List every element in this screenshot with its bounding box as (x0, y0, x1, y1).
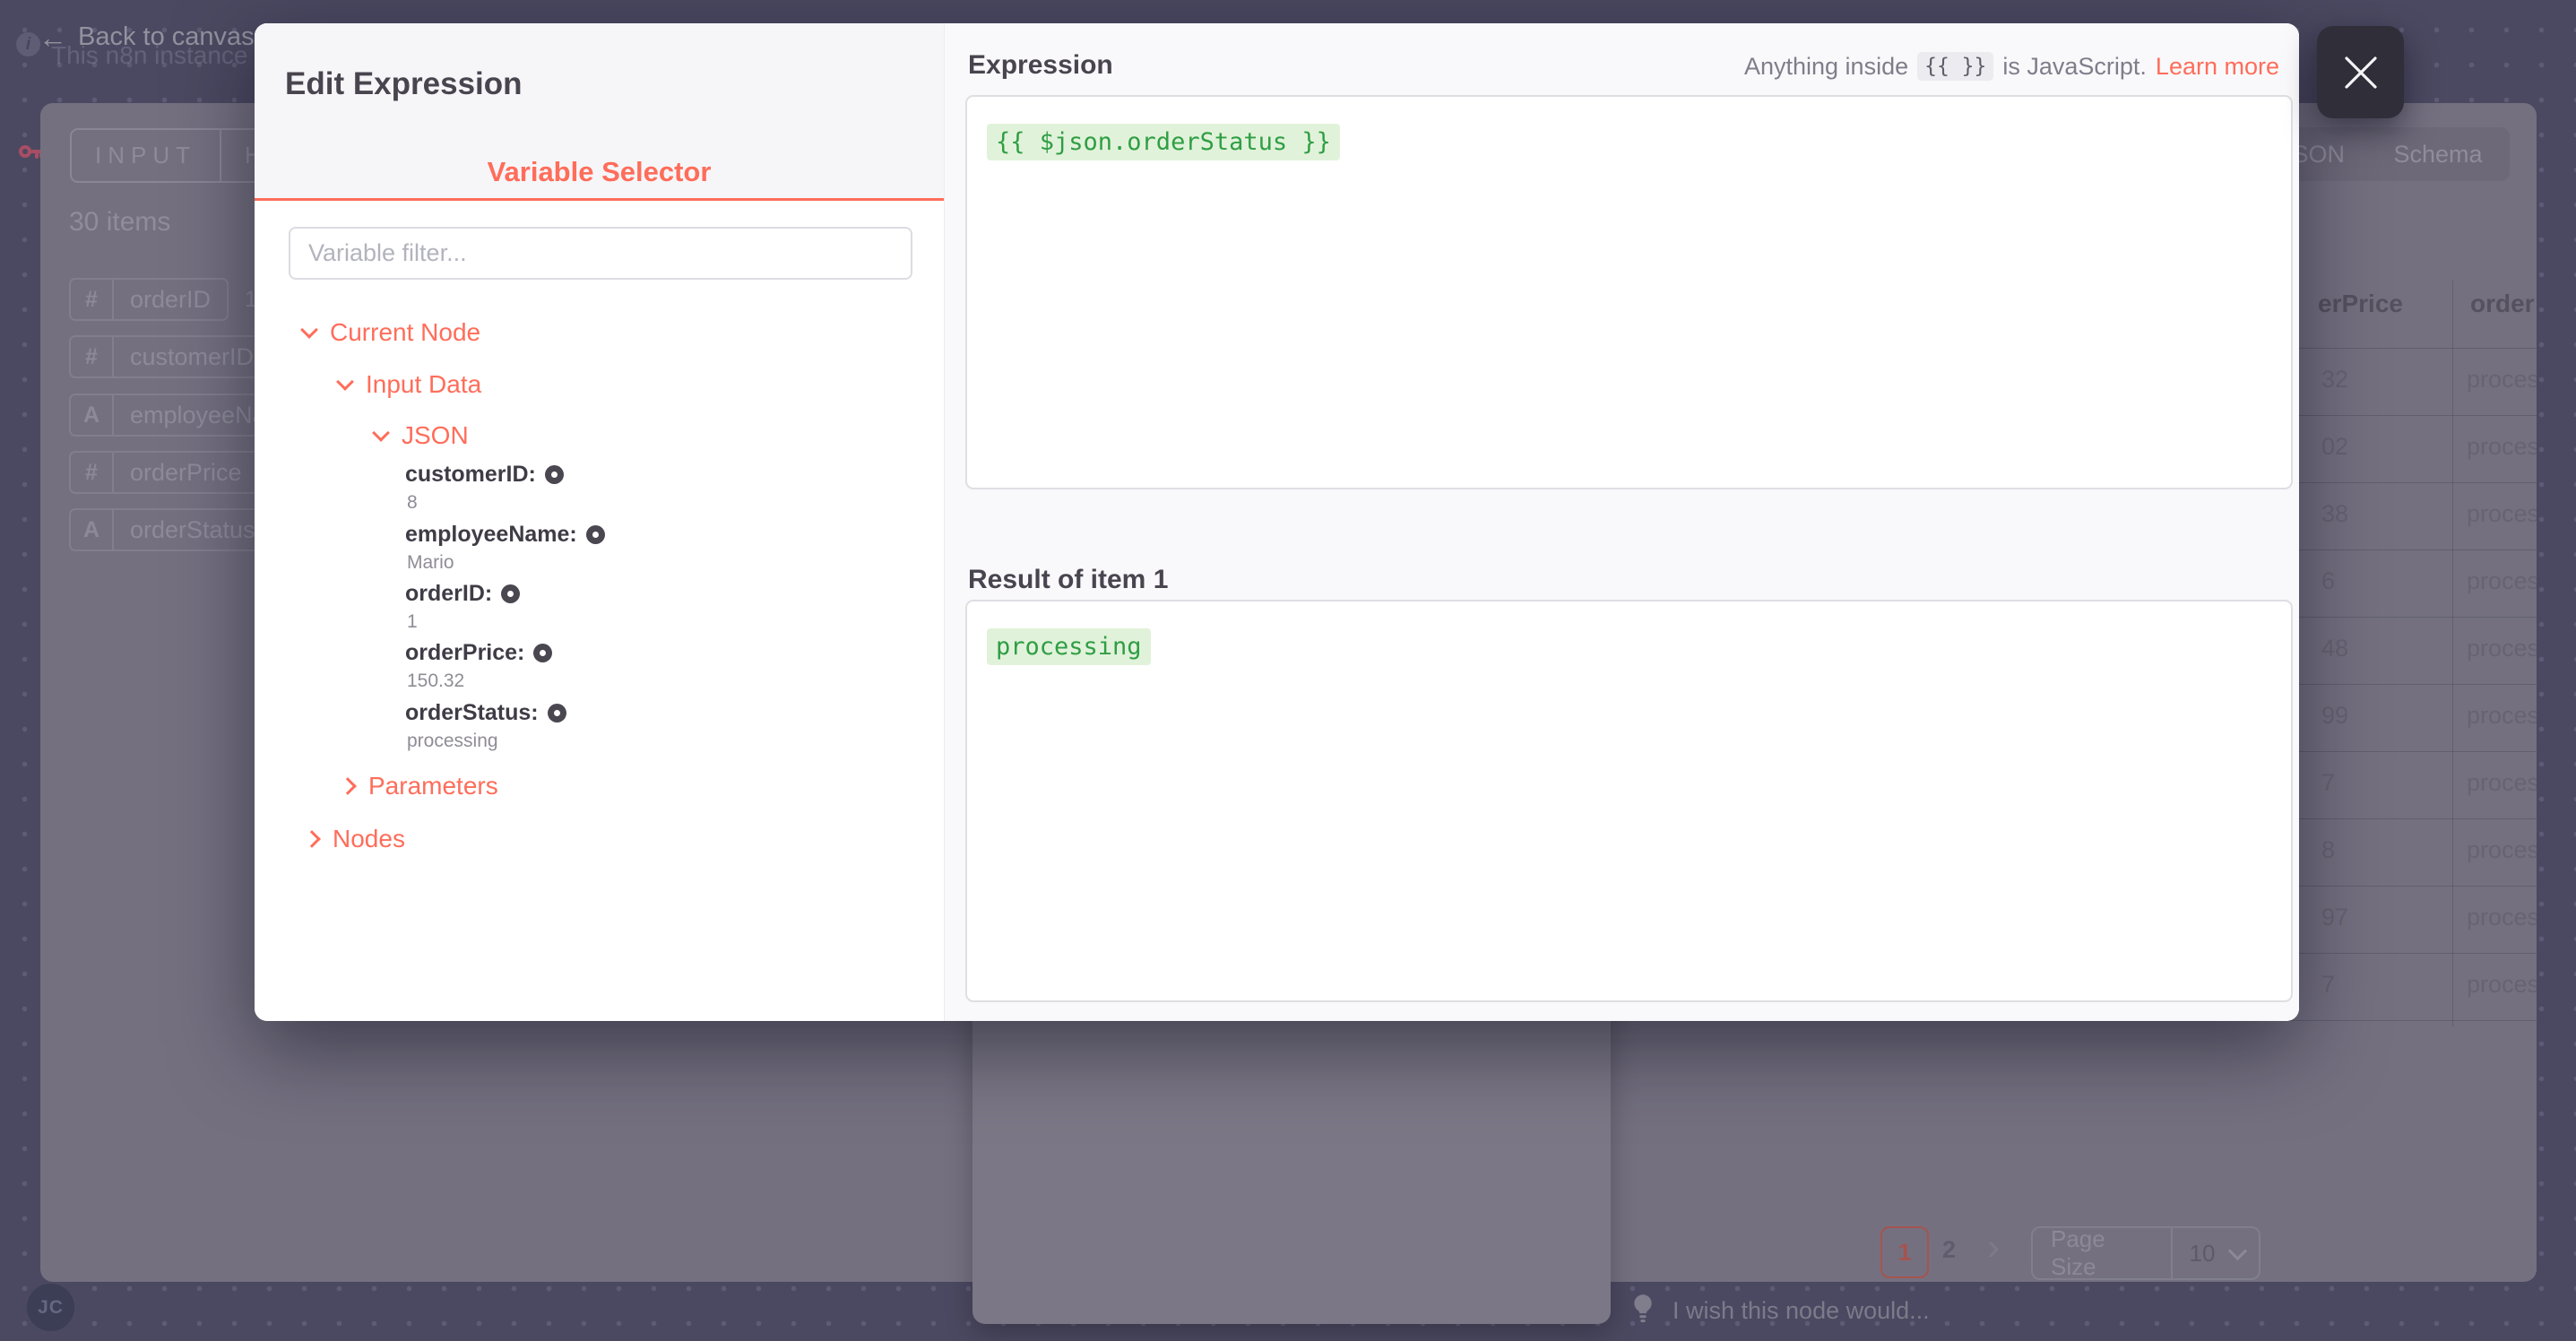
tab-underline (255, 198, 944, 201)
back-arrow-icon: ← (39, 23, 67, 52)
number-type-icon: # (71, 280, 114, 319)
variable-selector-panel: Edit Expression Variable Selector Curren… (255, 23, 944, 1021)
table-cell-price: 38 (2321, 500, 2348, 528)
number-type-icon: # (71, 453, 114, 492)
table-cell-price: 32 (2321, 366, 2348, 394)
schema-row[interactable]: #orderID 1 (69, 279, 257, 320)
table-cell-price: 6 (2321, 567, 2335, 595)
close-button[interactable] (2317, 26, 2404, 118)
string-type-icon: A (71, 395, 114, 435)
chevron-down-icon (372, 424, 390, 442)
lightbulb-icon (1629, 1293, 1656, 1328)
tree-item-current-node[interactable]: Current Node (303, 318, 480, 347)
pagination-next-icon[interactable]: › (1987, 1225, 2000, 1268)
variable-orderid[interactable]: orderID: (405, 581, 520, 607)
table-cell-price: 02 (2321, 433, 2348, 461)
string-type-icon: A (71, 510, 114, 549)
column-header-orderstatus: order (2470, 290, 2535, 318)
table-cell-status: proces (2467, 769, 2537, 797)
table-cell-price: 97 (2321, 904, 2348, 931)
node-feedback[interactable]: I wish this node would... (1629, 1293, 1930, 1328)
braces-code-chip: {{ }} (1917, 52, 1993, 81)
table-cell-status: proces (2467, 904, 2537, 931)
table-cell-status: proces (2467, 500, 2537, 528)
chevron-right-icon (339, 777, 357, 795)
modal-title: Edit Expression (285, 66, 523, 102)
pagination-page-1[interactable]: 1 (1880, 1226, 1929, 1278)
table-cell-status: proces (2467, 366, 2537, 394)
feedback-placeholder[interactable]: I wish this node would... (1673, 1297, 1930, 1325)
tab-schema[interactable]: Schema (2366, 141, 2510, 169)
result-header: Result of item 1 (968, 565, 1168, 595)
drag-variable-icon[interactable] (501, 584, 520, 603)
table-cell-price: 7 (2321, 971, 2335, 999)
page-size-value[interactable]: 10 (2173, 1228, 2231, 1278)
avatar[interactable]: JC (27, 1284, 74, 1331)
chevron-down-icon (300, 321, 318, 339)
drag-variable-icon[interactable] (533, 644, 552, 662)
expression-hint: Anything inside {{ }} is JavaScript. Lea… (1744, 52, 2279, 81)
number-type-icon: # (71, 337, 114, 376)
close-icon (2340, 52, 2382, 93)
variable-value: processing (407, 731, 498, 752)
chevron-right-icon (303, 830, 321, 848)
table-cell-price: 8 (2321, 836, 2335, 864)
table-cell-status: proces (2467, 971, 2537, 999)
expression-result: processing (965, 600, 2293, 1002)
variable-value: 150.32 (407, 670, 464, 692)
variable-value: 8 (407, 492, 418, 514)
column-header-orderprice: erPrice (2318, 290, 2403, 318)
back-to-canvas-label: Back to canvas (78, 22, 255, 52)
drag-variable-icon[interactable] (545, 465, 564, 484)
table-cell-status: proces (2467, 635, 2537, 662)
input-items-count: 30 items (69, 207, 170, 238)
tree-item-json[interactable]: JSON (375, 421, 469, 450)
tree-item-input-data[interactable]: Input Data (339, 370, 481, 399)
variable-value: Mario (407, 552, 454, 574)
column-divider (2452, 281, 2453, 1026)
drag-variable-icon[interactable] (548, 704, 566, 722)
expression-header: Expression (968, 50, 1113, 81)
table-cell-status: proces (2467, 433, 2537, 461)
chevron-down-icon (336, 373, 354, 391)
tab-input[interactable]: INPUT (72, 130, 220, 181)
expression-editor[interactable]: {{ $json.orderStatus }} (965, 95, 2293, 489)
table-cell-status: proces (2467, 836, 2537, 864)
table-cell-status: proces (2467, 567, 2537, 595)
edit-expression-modal: Edit Expression Variable Selector Curren… (255, 23, 2299, 1021)
variable-filter-input[interactable] (289, 227, 912, 280)
tab-variable-selector[interactable]: Variable Selector (255, 156, 944, 188)
expression-panel: Expression Anything inside {{ }} is Java… (944, 23, 2299, 1021)
tree-item-parameters[interactable]: Parameters (341, 772, 498, 800)
variable-value: 1 (407, 611, 418, 633)
table-cell-price: 48 (2321, 635, 2348, 662)
page-size-label: Page Size (2033, 1228, 2173, 1278)
tree-item-nodes[interactable]: Nodes (306, 825, 405, 853)
learn-more-link[interactable]: Learn more (2156, 53, 2279, 81)
table-cell-price: 99 (2321, 702, 2348, 730)
result-value: processing (987, 628, 1151, 665)
variable-customerid[interactable]: customerID: (405, 462, 564, 488)
pagination-page-2[interactable]: 2 (1942, 1236, 1956, 1264)
back-to-canvas-link[interactable]: ← Back to canvas (39, 22, 255, 52)
variable-employeename[interactable]: employeeName: (405, 522, 605, 548)
info-icon: i (16, 32, 40, 56)
variable-orderprice[interactable]: orderPrice: (405, 640, 552, 666)
expression-code[interactable]: {{ $json.orderStatus }} (987, 124, 1340, 160)
variable-orderstatus[interactable]: orderStatus: (405, 700, 566, 726)
page-size-select[interactable]: Page Size 10 (2031, 1226, 2260, 1280)
schema-row[interactable]: #orderPrice (69, 452, 276, 493)
drag-variable-icon[interactable] (586, 525, 605, 544)
table-cell-price: 7 (2321, 769, 2335, 797)
table-cell-status: proces (2467, 702, 2537, 730)
